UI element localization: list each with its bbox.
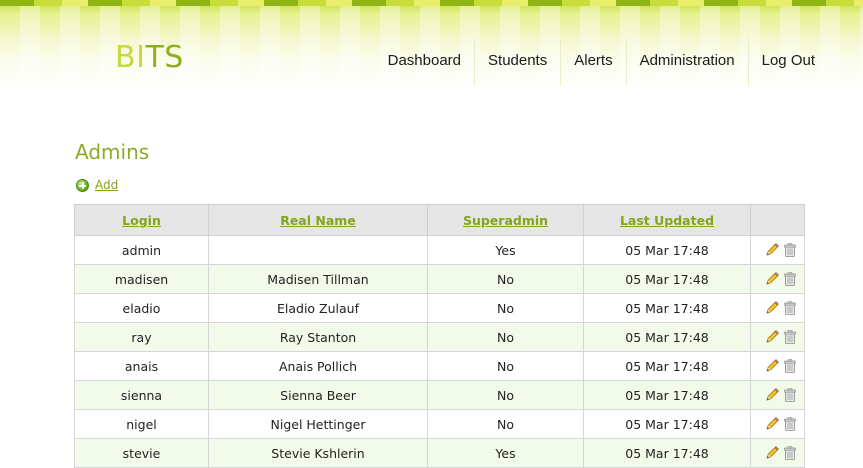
cell-real-name: Nigel Hettinger bbox=[208, 409, 428, 439]
cell-superadmin: No bbox=[427, 351, 584, 381]
table-row: admin Yes 05 Mar 17:48 bbox=[74, 235, 805, 265]
table-row: ray Ray Stanton No 05 Mar 17:48 bbox=[74, 322, 805, 352]
cell-last-updated: 05 Mar 17:48 bbox=[583, 438, 751, 468]
table-row: sienna Sienna Beer No 05 Mar 17:48 bbox=[74, 380, 805, 410]
cell-last-updated: 05 Mar 17:48 bbox=[583, 264, 751, 294]
cell-last-updated: 05 Mar 17:48 bbox=[583, 322, 751, 352]
add-label[interactable]: Add bbox=[95, 178, 118, 192]
cell-superadmin: No bbox=[427, 264, 584, 294]
logo-part-bi: BI bbox=[115, 40, 146, 75]
cell-actions bbox=[750, 235, 805, 265]
trash-icon[interactable] bbox=[782, 300, 798, 316]
column-header-login[interactable]: Login bbox=[74, 204, 209, 236]
cell-login: madisen bbox=[74, 264, 209, 294]
add-admin-link[interactable]: Add bbox=[76, 178, 118, 192]
table-row: madisen Madisen Tillman No 05 Mar 17:48 bbox=[74, 264, 805, 294]
pencil-icon[interactable] bbox=[764, 300, 780, 316]
column-header-superadmin[interactable]: Superadmin bbox=[427, 204, 584, 236]
cell-login: stevie bbox=[74, 438, 209, 468]
cell-real-name: Ray Stanton bbox=[208, 322, 428, 352]
table-row: nigel Nigel Hettinger No 05 Mar 17:48 bbox=[74, 409, 805, 439]
main-nav: Dashboard Students Alerts Administration… bbox=[375, 38, 828, 86]
column-header-actions bbox=[750, 204, 805, 236]
pencil-icon[interactable] bbox=[764, 387, 780, 403]
cell-real-name: Sienna Beer bbox=[208, 380, 428, 410]
cell-superadmin: Yes bbox=[427, 235, 584, 265]
cell-real-name: Madisen Tillman bbox=[208, 264, 428, 294]
table-body: admin Yes 05 Mar 17:48 madisen Madisen Tillm… bbox=[74, 235, 805, 468]
pencil-icon[interactable] bbox=[764, 358, 780, 374]
cell-actions bbox=[750, 264, 805, 294]
cell-last-updated: 05 Mar 17:48 bbox=[583, 235, 751, 265]
cell-real-name bbox=[208, 235, 428, 265]
logo[interactable]: BITS bbox=[115, 40, 184, 75]
pencil-icon[interactable] bbox=[764, 329, 780, 345]
cell-last-updated: 05 Mar 17:48 bbox=[583, 351, 751, 381]
column-header-last-updated[interactable]: Last Updated bbox=[583, 204, 751, 236]
cell-login: anais bbox=[74, 351, 209, 381]
nav-dashboard[interactable]: Dashboard bbox=[375, 38, 474, 86]
header-stripes bbox=[0, 0, 863, 6]
trash-icon[interactable] bbox=[782, 416, 798, 432]
logo-part-ts: TS bbox=[145, 40, 184, 75]
nav-alerts[interactable]: Alerts bbox=[560, 38, 625, 86]
cell-login: ray bbox=[74, 322, 209, 352]
page-title: Admins bbox=[75, 140, 150, 164]
add-icon[interactable] bbox=[76, 178, 89, 192]
pencil-icon[interactable] bbox=[764, 271, 780, 287]
trash-icon[interactable] bbox=[782, 271, 798, 287]
admins-table: Login Real Name Superadmin Last Updated … bbox=[74, 204, 805, 468]
cell-actions bbox=[750, 438, 805, 468]
pencil-icon[interactable] bbox=[764, 242, 780, 258]
trash-icon[interactable] bbox=[782, 329, 798, 345]
table-row: anais Anais Pollich No 05 Mar 17:48 bbox=[74, 351, 805, 381]
cell-actions bbox=[750, 322, 805, 352]
cell-superadmin: No bbox=[427, 293, 584, 323]
nav-students[interactable]: Students bbox=[474, 38, 560, 86]
pencil-icon[interactable] bbox=[764, 445, 780, 461]
table-header-row: Login Real Name Superadmin Last Updated bbox=[74, 204, 805, 236]
cell-real-name: Anais Pollich bbox=[208, 351, 428, 381]
cell-login: eladio bbox=[74, 293, 209, 323]
cell-superadmin: No bbox=[427, 322, 584, 352]
cell-login: nigel bbox=[74, 409, 209, 439]
trash-icon[interactable] bbox=[782, 358, 798, 374]
trash-icon[interactable] bbox=[782, 445, 798, 461]
cell-last-updated: 05 Mar 17:48 bbox=[583, 293, 751, 323]
cell-actions bbox=[750, 380, 805, 410]
pencil-icon[interactable] bbox=[764, 416, 780, 432]
trash-icon[interactable] bbox=[782, 242, 798, 258]
table-row: eladio Eladio Zulauf No 05 Mar 17:48 bbox=[74, 293, 805, 323]
nav-administration[interactable]: Administration bbox=[625, 38, 748, 86]
cell-last-updated: 05 Mar 17:48 bbox=[583, 409, 751, 439]
cell-login: sienna bbox=[74, 380, 209, 410]
cell-real-name: Eladio Zulauf bbox=[208, 293, 428, 323]
table-row: stevie Stevie Kshlerin Yes 05 Mar 17:48 bbox=[74, 438, 805, 468]
nav-log-out[interactable]: Log Out bbox=[747, 38, 828, 86]
trash-icon[interactable] bbox=[782, 387, 798, 403]
cell-superadmin: No bbox=[427, 380, 584, 410]
cell-actions bbox=[750, 351, 805, 381]
cell-actions bbox=[750, 409, 805, 439]
cell-actions bbox=[750, 293, 805, 323]
cell-last-updated: 05 Mar 17:48 bbox=[583, 380, 751, 410]
cell-superadmin: No bbox=[427, 409, 584, 439]
column-header-real-name[interactable]: Real Name bbox=[208, 204, 428, 236]
cell-superadmin: Yes bbox=[427, 438, 584, 468]
cell-real-name: Stevie Kshlerin bbox=[208, 438, 428, 468]
cell-login: admin bbox=[74, 235, 209, 265]
